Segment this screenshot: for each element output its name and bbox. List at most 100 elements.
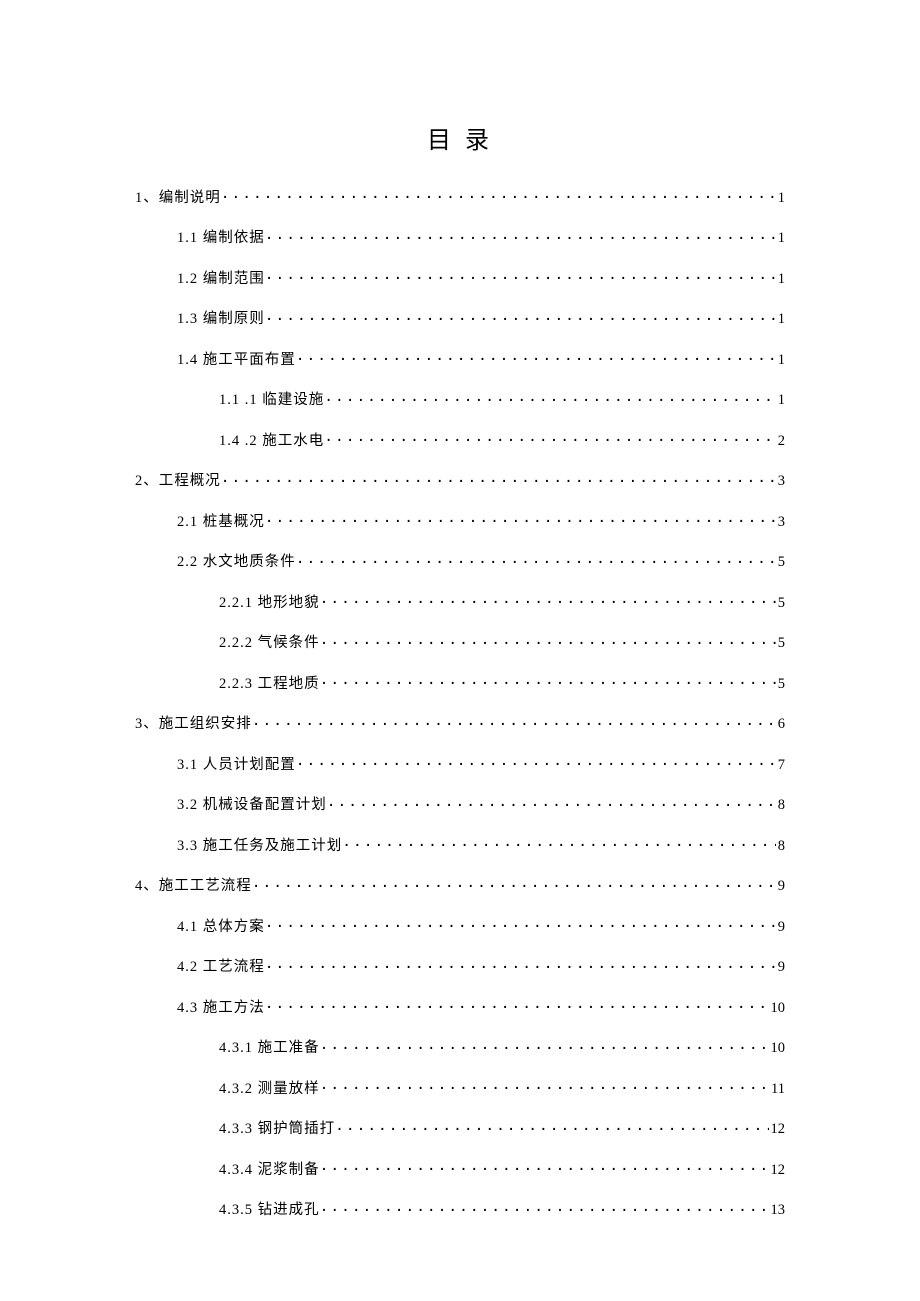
toc-leader-dots [324, 430, 776, 445]
toc-entry: 1.2 编制范围 1 [135, 268, 785, 286]
toc-entry: 4、施工工艺流程 9 [135, 876, 785, 894]
toc-entry: 2.2 水文地质条件 5 [135, 552, 785, 570]
toc-leader-dots [265, 916, 776, 931]
toc-entry-label: 3、施工组织安排 [135, 717, 252, 732]
toc-entry: 1.4 .2 施工水电 2 [135, 430, 785, 448]
toc-entry-label: 1、编制说明 [135, 191, 221, 206]
toc-entry-page: 9 [776, 879, 785, 894]
toc-leader-dots [320, 1078, 769, 1093]
toc-entry-page: 9 [776, 920, 785, 935]
toc-entry-label: 2.2.3 工程地质 [219, 677, 320, 692]
toc-leader-dots [265, 228, 776, 243]
toc-entry: 3.2 机械设备配置计划 8 [135, 795, 785, 813]
toc-entry-page: 1 [776, 191, 785, 206]
toc-leader-dots [327, 795, 776, 810]
toc-entry: 2.1 桩基概况 3 [135, 511, 785, 529]
toc-entry-label: 2.1 桩基概况 [177, 515, 265, 530]
toc-entry-page: 2 [776, 434, 785, 449]
toc-entry-label: 3.3 施工任务及施工计划 [177, 839, 342, 854]
toc-entry-page: 13 [769, 1203, 786, 1218]
toc-leader-dots [342, 835, 776, 850]
toc-leader-dots [265, 268, 776, 283]
toc-entry: 4.1 总体方案 9 [135, 916, 785, 934]
toc-entry-label: 4.1 总体方案 [177, 920, 265, 935]
toc-entry-page: 8 [776, 798, 785, 813]
toc-entry: 4.3.1 施工准备 10 [135, 1038, 785, 1056]
toc-entry-label: 2.2 水文地质条件 [177, 555, 296, 570]
toc-entry-page: 1 [776, 272, 785, 287]
toc-leader-dots [265, 997, 769, 1012]
toc-leader-dots [252, 876, 776, 891]
toc-entry: 4.3.5 钻进成孔 13 [135, 1200, 785, 1218]
toc-entry: 2.2.1 地形地貌 5 [135, 592, 785, 610]
toc-leader-dots [324, 390, 776, 405]
toc-entry: 2、工程概况 3 [135, 471, 785, 489]
toc-entry-page: 8 [776, 839, 785, 854]
toc-entry-label: 2.2.2 气候条件 [219, 636, 320, 651]
toc-entry-label: 4、施工工艺流程 [135, 879, 252, 894]
toc-entry: 3.1 人员计划配置 7 [135, 754, 785, 772]
toc-entry-page: 5 [776, 636, 785, 651]
toc-leader-dots [320, 673, 776, 688]
toc-entry-page: 12 [769, 1122, 786, 1137]
toc-entry-label: 4.3.1 施工准备 [219, 1041, 320, 1056]
toc-leader-dots [296, 552, 776, 567]
toc-entry-page: 7 [776, 758, 785, 773]
document-page: 目 录 1、编制说明11.1 编制依据11.2 编制范围11.3 编制原则11.… [0, 0, 920, 1300]
toc-entry-page: 5 [776, 555, 785, 570]
toc-entry-page: 1 [776, 312, 785, 327]
toc-entry-page: 12 [769, 1163, 786, 1178]
toc-entry-label: 4.3.2 测量放样 [219, 1082, 320, 1097]
toc-entry: 4.3.4 泥浆制备 12 [135, 1159, 785, 1177]
toc-entry-label: 2.2.1 地形地貌 [219, 596, 320, 611]
toc-entry-page: 10 [769, 1041, 786, 1056]
toc-entry: 4.2 工艺流程 9 [135, 957, 785, 975]
toc-entry: 1.3 编制原则 1 [135, 309, 785, 327]
toc-leader-dots [320, 1200, 769, 1215]
toc-leader-dots [265, 309, 776, 324]
toc-entry: 2.2.3 工程地质 5 [135, 673, 785, 691]
table-of-contents: 1、编制说明 1 1.1 编制依据 1 1.2 编制范围 1 1.3 编制原则 1 1.4 施工… [135, 187, 785, 1218]
toc-leader-dots [252, 714, 776, 729]
toc-entry-label: 1.3 编制原则 [177, 312, 265, 327]
toc-entry-page: 1 [776, 231, 785, 246]
toc-entry-label: 1.4 施工平面布置 [177, 353, 296, 368]
toc-entry-label: 3.2 机械设备配置计划 [177, 798, 327, 813]
toc-entry-page: 1 [776, 353, 785, 368]
toc-leader-dots [335, 1119, 768, 1134]
toc-entry: 2.2.2 气候条件 5 [135, 633, 785, 651]
toc-entry: 4.3 施工方法 10 [135, 997, 785, 1015]
toc-entry-label: 4.3.5 钻进成孔 [219, 1203, 320, 1218]
toc-entry: 3、施工组织安排 6 [135, 714, 785, 732]
toc-entry-label: 1.2 编制范围 [177, 272, 265, 287]
toc-leader-dots [320, 1159, 769, 1174]
toc-entry-page: 1 [776, 393, 785, 408]
toc-entry-page: 5 [776, 596, 785, 611]
toc-entry-page: 5 [776, 677, 785, 692]
toc-entry-label: 4.3.3 钢护筒插打 [219, 1122, 335, 1137]
toc-leader-dots [296, 349, 776, 364]
toc-entry-label: 1.1 .1 临建设施 [219, 393, 324, 408]
toc-entry: 1.1 编制依据 1 [135, 228, 785, 246]
toc-entry-page: 9 [776, 960, 785, 975]
toc-leader-dots [221, 471, 776, 486]
toc-entry-page: 6 [776, 717, 785, 732]
toc-leader-dots [265, 957, 776, 972]
toc-entry-label: 4.3 施工方法 [177, 1001, 265, 1016]
toc-entry-page: 3 [776, 474, 785, 489]
toc-entry-label: 1.4 .2 施工水电 [219, 434, 324, 449]
toc-entry-label: 4.3.4 泥浆制备 [219, 1163, 320, 1178]
toc-entry-label: 1.1 编制依据 [177, 231, 265, 246]
toc-entry: 4.3.3 钢护筒插打 12 [135, 1119, 785, 1137]
toc-leader-dots [320, 1038, 769, 1053]
toc-leader-dots [221, 187, 776, 202]
toc-entry: 1.1 .1 临建设施 1 [135, 390, 785, 408]
toc-entry-page: 11 [769, 1082, 785, 1097]
page-title: 目 录 [135, 120, 785, 155]
toc-entry-page: 10 [769, 1001, 786, 1016]
toc-entry-label: 3.1 人员计划配置 [177, 758, 296, 773]
toc-entry-label: 2、工程概况 [135, 474, 221, 489]
toc-entry: 4.3.2 测量放样 11 [135, 1078, 785, 1096]
toc-leader-dots [320, 592, 776, 607]
toc-leader-dots [265, 511, 776, 526]
